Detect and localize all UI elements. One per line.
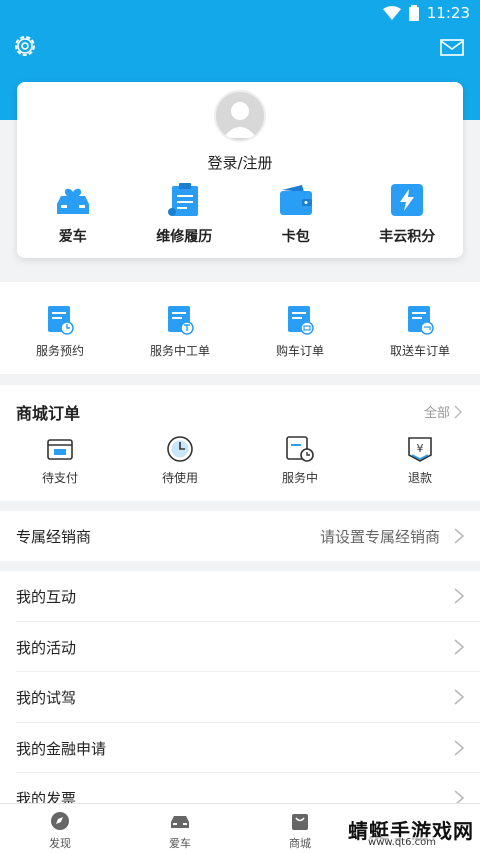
tab-label: 发现 (49, 837, 71, 850)
mall-order-label: 退款 (407, 471, 432, 485)
quick-action-car[interactable]: 爱车 (17, 182, 129, 246)
quick-action-label: 维修履历 (156, 229, 213, 245)
purchase-order-icon (288, 306, 314, 335)
mall-order-label: 待支付 (41, 471, 78, 485)
avatar[interactable] (214, 90, 266, 142)
wifi-icon (382, 6, 401, 20)
mall-orders-title: 商城订单 (16, 404, 81, 423)
login-register-link[interactable]: 登录/注册 (17, 152, 463, 173)
profile-card: 登录/注册 爱车 维修履历 卡包 丰云积分 (17, 82, 463, 258)
service-pickup-order[interactable]: 取送车订单 (360, 304, 480, 359)
chevron-right-icon (454, 739, 464, 756)
tab-discover[interactable]: 发现 (0, 804, 120, 853)
mail-icon[interactable] (440, 35, 466, 61)
service-label: 购车订单 (275, 344, 324, 358)
mall-order-to-use[interactable]: 待使用 (120, 435, 240, 486)
chevron-right-icon (454, 404, 462, 419)
chevron-right-icon (454, 588, 464, 604)
clock-icon (167, 436, 193, 462)
quick-action-wallet[interactable]: 卡包 (240, 182, 352, 246)
shopping-bag-icon (292, 814, 308, 830)
chevron-right-icon (454, 528, 464, 544)
status-time: 11:23 (426, 4, 470, 22)
chevron-right-icon (454, 638, 464, 655)
mall-order-refund[interactable]: ¥ 退款 (360, 435, 480, 486)
menu-item-label: 我的金融申请 (16, 739, 107, 758)
tab-car[interactable]: 爱车 (120, 804, 240, 853)
mall-orders-all-link[interactable]: 全部 (424, 402, 462, 421)
menu-item-label: 我的发票 (16, 790, 77, 803)
menu-item-label: 我的试驾 (16, 689, 77, 707)
watermark-url: www.qt6.com (368, 837, 436, 848)
service-label: 服务中工单 (149, 344, 210, 358)
service-work-order[interactable]: 服务中工单 (120, 304, 240, 359)
status-bar: 11:23 (0, 0, 480, 26)
quick-actions: 爱车 维修履历 卡包 丰云积分 (17, 182, 463, 246)
chevron-right-icon (454, 689, 464, 705)
service-label: 服务预约 (35, 344, 84, 358)
maintenance-history-icon (168, 183, 199, 216)
menu-item-activities[interactable]: 我的活动 (16, 622, 480, 672)
menu-item-invoices[interactable]: 我的发票 (16, 773, 480, 803)
service-label: 取送车订单 (389, 344, 450, 358)
settings-gear-icon[interactable] (12, 33, 38, 59)
service-shortcuts: 服务预约 服务中工单 购车订单 取送车订单 (0, 282, 480, 374)
menu-item-finance-application[interactable]: 我的金融申请 (16, 723, 480, 773)
wallet-icon (279, 185, 312, 215)
default-avatar-icon (223, 102, 257, 138)
mall-orders-section: 商城订单 全部 待支付 待使用 服务中 ¥ 退款 (0, 385, 480, 501)
wallet-outline-icon (47, 439, 73, 460)
svg-text:¥: ¥ (417, 442, 424, 455)
mall-order-in-service[interactable]: 服务中 (240, 435, 360, 486)
my-menu-list: 我的互动 我的活动 我的试驾 我的金融申请 我的发票 (0, 571, 480, 803)
dealer-label: 专属经销商 (16, 528, 92, 546)
work-order-icon (168, 306, 194, 335)
pickup-order-icon (408, 306, 434, 335)
tab-label: 爱车 (169, 837, 191, 850)
dealer-value: 请设置专属经销商 (319, 528, 440, 546)
compass-icon (51, 812, 69, 830)
site-watermark: 蜻蜓手游戏网 www.qt6.com (342, 803, 474, 851)
service-purchase-order[interactable]: 购车订单 (240, 304, 360, 359)
mall-order-pending-payment[interactable]: 待支付 (0, 435, 120, 486)
menu-item-interactions[interactable]: 我的互动 (16, 571, 480, 622)
quick-action-label: 卡包 (281, 229, 310, 245)
dealer-row[interactable]: 专属经销商 请设置专属经销商 (0, 511, 480, 561)
chevron-right-icon (454, 790, 464, 803)
mall-order-label: 服务中 (281, 471, 318, 485)
car-icon (56, 188, 89, 214)
points-icon (391, 184, 424, 216)
refund-icon: ¥ (408, 437, 432, 462)
quick-action-maintenance-history[interactable]: 维修履历 (129, 182, 241, 246)
menu-item-test-drive[interactable]: 我的试驾 (16, 672, 480, 723)
car-icon (171, 816, 189, 828)
service-appointment[interactable]: 服务预约 (0, 304, 120, 359)
menu-item-label: 我的活动 (16, 638, 77, 657)
doc-clock-icon (286, 436, 314, 462)
menu-item-label: 我的互动 (16, 588, 77, 606)
appointment-doc-icon (48, 306, 74, 335)
mall-orders-all-label: 全部 (423, 406, 450, 421)
quick-action-label: 丰云积分 (379, 229, 436, 245)
quick-action-label: 爱车 (58, 229, 87, 245)
battery-icon (408, 5, 419, 21)
quick-action-points[interactable]: 丰云积分 (352, 182, 464, 246)
mall-order-label: 待使用 (161, 471, 198, 485)
